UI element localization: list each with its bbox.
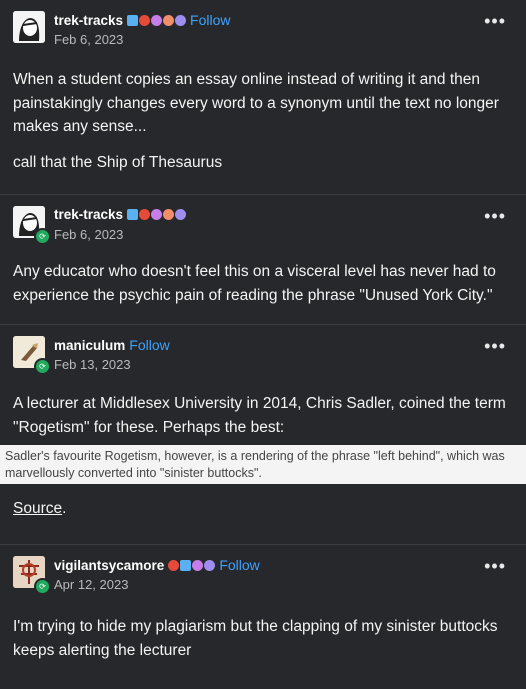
more-dots-icon[interactable]: ••• [484, 337, 506, 355]
reblog-icon: ⟳ [34, 578, 51, 595]
post-3: ⟳ maniculum Follow Feb 13, 2023 ••• A le… [0, 324, 526, 518]
post-body: When a student copies an essay online in… [0, 58, 526, 194]
reblog-icon: ⟳ [34, 358, 51, 375]
badge-icon [168, 559, 180, 571]
source-line: Source. [0, 500, 526, 518]
post-1: trek-tracks Follow Feb 6, 2023 ••• When … [0, 0, 526, 194]
post-header: ⟳ maniculum Follow Feb 13, 2023 ••• [0, 325, 526, 383]
username-line: vigilantsycamore Follow [54, 557, 260, 573]
badge-icon [204, 559, 216, 571]
post-paragraph: I'm trying to hide my plagiarism but the… [13, 618, 498, 659]
post-date: Apr 12, 2023 [54, 577, 129, 592]
badge-icon [163, 14, 175, 26]
user-badges [127, 14, 187, 26]
quote-image: Sadler's favourite Rogetism, however, is… [0, 445, 526, 484]
post-paragraph: A lecturer at Middlesex University in 20… [13, 395, 506, 436]
more-dots-icon[interactable]: ••• [484, 207, 506, 225]
badge-icon [151, 209, 163, 220]
follow-button[interactable]: Follow [219, 557, 259, 573]
badge-icon [151, 14, 163, 26]
post-paragraph: When a student copies an essay online in… [13, 71, 499, 135]
post-header: trek-tracks Follow Feb 6, 2023 ••• [0, 0, 526, 58]
source-link[interactable]: Source [13, 500, 62, 517]
post-2: ⟳ trek-tracks Feb 6, 2023 ••• Any educat… [0, 194, 526, 324]
post-date: Feb 6, 2023 [54, 32, 124, 47]
badge-icon [175, 14, 187, 26]
post-body: Any educator who doesn't feel this on a … [0, 253, 526, 324]
username-line: trek-tracks [54, 207, 187, 222]
badge-icon [139, 14, 151, 26]
post-4: ⟳ vigilantsycamore Follow Apr 12, 2023 •… [0, 544, 526, 662]
avatar[interactable] [13, 11, 45, 43]
reblog-icon: ⟳ [34, 228, 51, 245]
user-badges [127, 209, 187, 220]
post-paragraph: call that the Ship of Thesaurus [13, 153, 223, 171]
user-badges [168, 559, 216, 571]
follow-button[interactable]: Follow [190, 12, 230, 28]
username[interactable]: trek-tracks [54, 207, 123, 222]
username-line: trek-tracks Follow [54, 12, 231, 28]
badge-icon [163, 209, 175, 220]
post-header: ⟳ vigilantsycamore Follow Apr 12, 2023 •… [0, 545, 526, 603]
post-date: Feb 13, 2023 [54, 357, 131, 372]
username[interactable]: trek-tracks [54, 13, 123, 28]
follow-button[interactable]: Follow [129, 337, 169, 353]
badge-icon [180, 559, 192, 571]
post-paragraph: Any educator who doesn't feel this on a … [13, 263, 496, 304]
badge-icon [192, 559, 204, 571]
badge-icon [127, 209, 139, 220]
badge-icon [139, 209, 151, 220]
username[interactable]: maniculum [54, 338, 125, 353]
badge-icon [127, 14, 139, 26]
post-body: I'm trying to hide my plagiarism but the… [0, 603, 526, 662]
username-line: maniculum Follow [54, 337, 170, 353]
post-date: Feb 6, 2023 [54, 227, 124, 242]
post-header: ⟳ trek-tracks Feb 6, 2023 ••• [0, 195, 526, 253]
badge-icon [175, 209, 187, 220]
source-suffix: . [62, 500, 67, 517]
more-dots-icon[interactable]: ••• [484, 557, 506, 575]
post-body: A lecturer at Middlesex University in 20… [0, 383, 526, 439]
more-dots-icon[interactable]: ••• [484, 12, 506, 30]
username[interactable]: vigilantsycamore [54, 558, 164, 573]
